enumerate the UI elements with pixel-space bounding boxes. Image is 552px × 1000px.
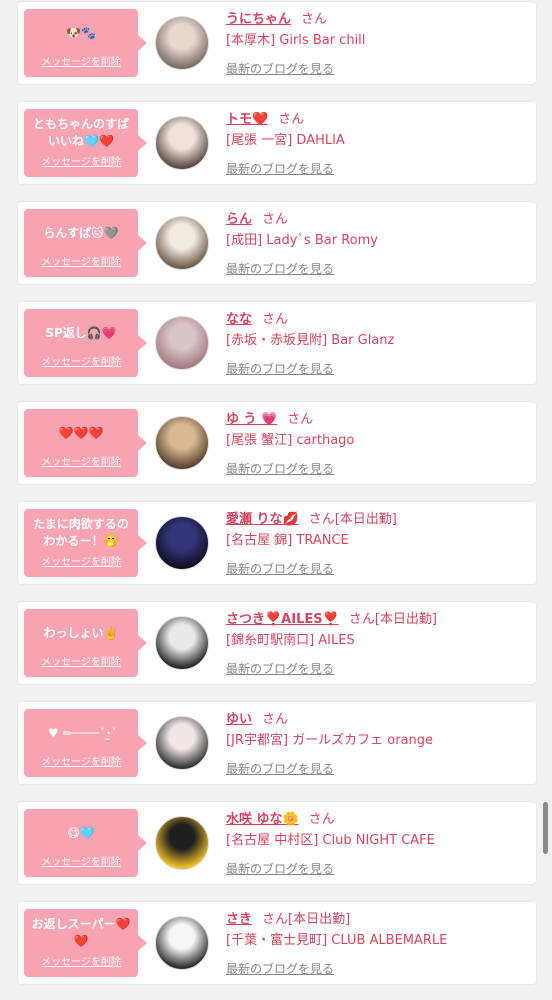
message-card: 😋🩵 メッセージを削除 水咲 ゆな🌼 さん [名古屋 中村区] Club NIGHT C… <box>18 802 536 884</box>
avatar[interactable] <box>155 616 209 670</box>
honorific-label: さん <box>287 412 314 427</box>
message-card: お返しスーパー❤️ ❤️ メッセージを削除 さき さん[本日出勤] [千葉・富士見町] … <box>18 902 536 984</box>
shop-name: [名古屋 錦] TRANCE <box>226 533 349 548</box>
message-bubble: 🐶🐾 メッセージを削除 <box>24 9 147 77</box>
message-card: たまに肉欲するの わかるー！🤭 メッセージを削除 愛瀬 りな💋 さん[本日出勤] [名古… <box>18 502 536 584</box>
message-card: ❤️❤️❤️ メッセージを削除 ゆ う 💗 さん [尾張 蟹江] carthago 最新の… <box>18 402 536 484</box>
honorific-label: さん <box>278 112 305 127</box>
avatar[interactable] <box>155 416 209 470</box>
message-card: SP返し🎧💗 メッセージを削除 なな さん [赤坂・赤坂見附] Bar Glanz 最新の… <box>18 302 536 384</box>
message-text: たまに肉欲するの わかるー！🤭 <box>33 517 129 548</box>
delete-message-link[interactable]: メッセージを削除 <box>28 553 134 568</box>
shop-name: [名古屋 中村区] Club NIGHT CAFE <box>226 833 435 848</box>
message-bubble: ♥ ═──── ͛ ‧̫ ͛ メッセージを削除 <box>24 709 147 777</box>
girl-name-link[interactable]: トモ❤️ <box>226 112 268 127</box>
delete-message-link[interactable]: メッセージを削除 <box>28 653 134 668</box>
message-bubble: たまに肉欲するの わかるー！🤭 メッセージを削除 <box>24 509 147 577</box>
latest-blog-link[interactable]: 最新のブログを見る <box>226 460 334 477</box>
girl-name-link[interactable]: うにちゃん <box>226 12 291 27</box>
delete-message-link[interactable]: メッセージを削除 <box>28 953 134 968</box>
message-text: わっしょい✌️ <box>43 625 119 640</box>
honorific-label: さん <box>262 312 289 327</box>
message-text: SP返し🎧💗 <box>45 325 117 340</box>
message-text: ♥ ═──── ͛ ‧̫ ͛ <box>47 725 115 740</box>
avatar[interactable] <box>155 816 209 870</box>
avatar[interactable] <box>155 16 209 70</box>
message-card: ともちゃんのすば いいね🩵❤️ メッセージを削除 トモ❤️ さん [尾張 一宮] DAH… <box>18 102 536 184</box>
delete-message-link[interactable]: メッセージを削除 <box>28 753 134 768</box>
message-text: ともちゃんのすば いいね🩵❤️ <box>32 117 129 148</box>
message-bubble: わっしょい✌️ メッセージを削除 <box>24 609 147 677</box>
message-bubble: 😋🩵 メッセージを削除 <box>24 809 147 877</box>
honorific-label: さん <box>348 612 375 627</box>
delete-message-link[interactable]: メッセージを削除 <box>28 453 134 468</box>
shop-name: [尾張 蟹江] carthago <box>226 433 355 448</box>
message-card: 🐶🐾 メッセージを削除 うにちゃん さん [本厚木] Girls Bar chill 最新… <box>18 2 536 84</box>
message-bubble: お返しスーパー❤️ ❤️ メッセージを削除 <box>24 909 147 977</box>
delete-message-link[interactable]: メッセージを削除 <box>28 153 134 168</box>
girl-name-link[interactable]: ゆい <box>226 712 252 727</box>
avatar[interactable] <box>155 116 209 170</box>
latest-blog-link[interactable]: 最新のブログを見る <box>226 660 334 677</box>
girl-name-link[interactable]: さき <box>226 912 252 927</box>
delete-message-link[interactable]: メッセージを削除 <box>28 253 134 268</box>
latest-blog-link[interactable]: 最新のブログを見る <box>226 960 334 977</box>
message-bubble: らんすぱ🐱🩶 メッセージを削除 <box>24 209 147 277</box>
delete-message-link[interactable]: メッセージを削除 <box>28 853 134 868</box>
shop-name: [錦糸町駅南口] AILES <box>226 633 355 648</box>
avatar[interactable] <box>155 216 209 270</box>
avatar[interactable] <box>155 916 209 970</box>
girl-name-link[interactable]: 水咲 ゆな🌼 <box>226 812 299 827</box>
message-text: らんすぱ🐱🩶 <box>43 225 119 240</box>
avatar[interactable] <box>155 316 209 370</box>
honorific-label: さん <box>262 212 289 227</box>
latest-blog-link[interactable]: 最新のブログを見る <box>226 860 334 877</box>
avatar[interactable] <box>155 716 209 770</box>
shop-name: [JR宇都宮] ガールズカフェ orange <box>226 733 434 748</box>
honorific-label: さん <box>308 812 335 827</box>
honorific-label: さん <box>262 712 289 727</box>
shop-name: [尾張 一宮] DAHLIA <box>226 133 345 148</box>
message-card: ♥ ═──── ͛ ‧̫ ͛ メッセージを削除 ゆい さん [JR宇都宮] ガールズカ… <box>18 702 536 784</box>
on-duty-badge: [本日出勤] <box>334 512 397 527</box>
latest-blog-link[interactable]: 最新のブログを見る <box>226 560 334 577</box>
honorific-label: さん <box>262 912 289 927</box>
delete-message-link[interactable]: メッセージを削除 <box>28 53 134 68</box>
on-duty-badge: [本日出勤] <box>374 612 437 627</box>
message-text: お返しスーパー❤️ ❤️ <box>31 917 131 948</box>
message-card: らんすぱ🐱🩶 メッセージを削除 らん さん [成田] Lady`s Bar Romy 最新… <box>18 202 536 284</box>
avatar[interactable] <box>155 516 209 570</box>
girl-name-link[interactable]: 愛瀬 りな💋 <box>226 512 299 527</box>
girl-name-link[interactable]: らん <box>226 212 252 227</box>
message-text: 😋🩵 <box>67 825 95 840</box>
message-card: わっしょい✌️ メッセージを削除 さつき❣️AILES❣️ さん[本日出勤] [錦糸町駅… <box>18 602 536 684</box>
on-duty-badge: [本日出勤] <box>288 912 351 927</box>
honorific-label: さん <box>308 512 335 527</box>
latest-blog-link[interactable]: 最新のブログを見る <box>226 260 334 277</box>
shop-name: [成田] Lady`s Bar Romy <box>226 233 378 248</box>
girl-name-link[interactable]: ゆ う 💗 <box>226 412 277 427</box>
shop-name: [本厚木] Girls Bar chill <box>226 33 366 48</box>
latest-blog-link[interactable]: 最新のブログを見る <box>226 760 334 777</box>
girl-name-link[interactable]: さつき❣️AILES❣️ <box>226 612 339 627</box>
scrollbar[interactable] <box>543 802 548 854</box>
latest-blog-link[interactable]: 最新のブログを見る <box>226 360 334 377</box>
latest-blog-link[interactable]: 最新のブログを見る <box>226 160 334 177</box>
message-bubble: ❤️❤️❤️ メッセージを削除 <box>24 409 147 477</box>
message-text: 🐶🐾 <box>66 25 96 40</box>
latest-blog-link[interactable]: 最新のブログを見る <box>226 60 334 77</box>
message-text: ❤️❤️❤️ <box>58 425 104 440</box>
shop-name: [赤坂・赤坂見附] Bar Glanz <box>226 333 395 348</box>
girl-name-link[interactable]: なな <box>226 312 252 327</box>
honorific-label: さん <box>301 12 328 27</box>
message-bubble: ともちゃんのすば いいね🩵❤️ メッセージを削除 <box>24 109 147 177</box>
message-bubble: SP返し🎧💗 メッセージを削除 <box>24 309 147 377</box>
delete-message-link[interactable]: メッセージを削除 <box>28 353 134 368</box>
shop-name: [千葉・富士見町] CLUB ALBEMARLE <box>226 933 448 948</box>
